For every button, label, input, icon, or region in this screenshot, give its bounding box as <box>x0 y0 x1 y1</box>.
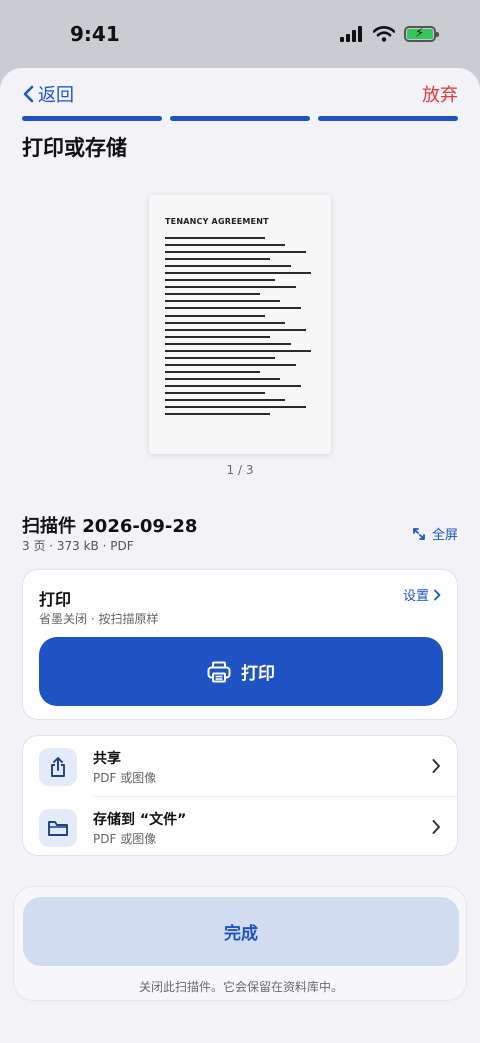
done-button[interactable]: 完成 <box>23 897 459 966</box>
settings-label: 设置 <box>402 589 429 604</box>
file-meta: 3 页 · 373 kB · PDF <box>22 539 134 553</box>
print-button[interactable]: 打印 <box>39 637 443 706</box>
progress-step <box>22 116 162 121</box>
folder-icon <box>48 821 68 836</box>
export-actions-card: 共享 PDF 或图像 存储到 “文件” PDF 或图像 <box>22 735 458 856</box>
back-label: 返回 <box>38 85 74 106</box>
document-preview[interactable]: TENANCY AGREEMENT <box>149 195 331 454</box>
page-title: 打印或存储 <box>22 136 127 160</box>
done-note: 关闭此扫描件。它会保留在资料库中。 <box>138 980 343 994</box>
page-counter: 1 / 3 <box>226 463 254 477</box>
print-button-label: 打印 <box>241 664 275 684</box>
print-card-title: 打印 <box>39 590 72 609</box>
status-time: 9:41 <box>70 22 120 46</box>
print-sheet: 返回 放弃 打印或存储 TENANCY AGREEMENT 1 / 3 扫描件 … <box>0 68 480 1043</box>
expand-icon <box>413 527 425 540</box>
print-card: 打印 省墨关闭 · 按扫描原样 设置 打印 <box>22 569 458 720</box>
save-to-files-row[interactable]: 存储到 “文件” PDF 或图像 <box>39 796 457 856</box>
status-bar: 9:41 ⚡ <box>0 0 480 70</box>
done-panel: 完成 关闭此扫描件。它会保留在资料库中。 <box>13 886 467 1001</box>
save-to-files-label: 存储到 “文件” <box>93 812 187 828</box>
nav-bar: 返回 放弃 <box>0 68 480 118</box>
document-text-lines <box>165 237 311 420</box>
printer-icon <box>207 661 231 682</box>
chevron-left-icon <box>23 85 34 103</box>
folder-icon-tile <box>39 809 77 847</box>
chevron-right-icon <box>432 759 440 773</box>
save-to-files-sublabel: PDF 或图像 <box>93 832 157 846</box>
step-progress <box>22 116 458 121</box>
chevron-right-icon <box>432 820 440 834</box>
status-icons: ⚡ <box>340 26 439 42</box>
battery-icon: ⚡ <box>404 26 439 42</box>
back-button[interactable]: 返回 <box>22 81 74 107</box>
fullscreen-label: 全屏 <box>431 528 458 543</box>
print-settings-button[interactable]: 设置 <box>403 585 441 604</box>
wifi-icon <box>373 26 395 42</box>
share-label: 共享 <box>93 751 121 767</box>
progress-step <box>318 116 458 121</box>
share-row[interactable]: 共享 PDF 或图像 <box>23 736 457 796</box>
share-sublabel: PDF 或图像 <box>93 771 157 785</box>
chevron-right-icon <box>434 589 441 600</box>
fullscreen-button[interactable]: 全屏 <box>412 524 458 543</box>
cellular-signal-icon <box>340 26 362 42</box>
progress-step <box>170 116 310 121</box>
document-title: TENANCY AGREEMENT <box>165 217 269 226</box>
share-icon <box>51 757 65 777</box>
discard-button[interactable]: 放弃 <box>422 81 458 107</box>
print-card-subtitle: 省墨关闭 · 按扫描原样 <box>39 612 159 626</box>
file-name: 扫描件 2026-09-28 <box>22 516 198 537</box>
share-icon-tile <box>39 748 77 786</box>
